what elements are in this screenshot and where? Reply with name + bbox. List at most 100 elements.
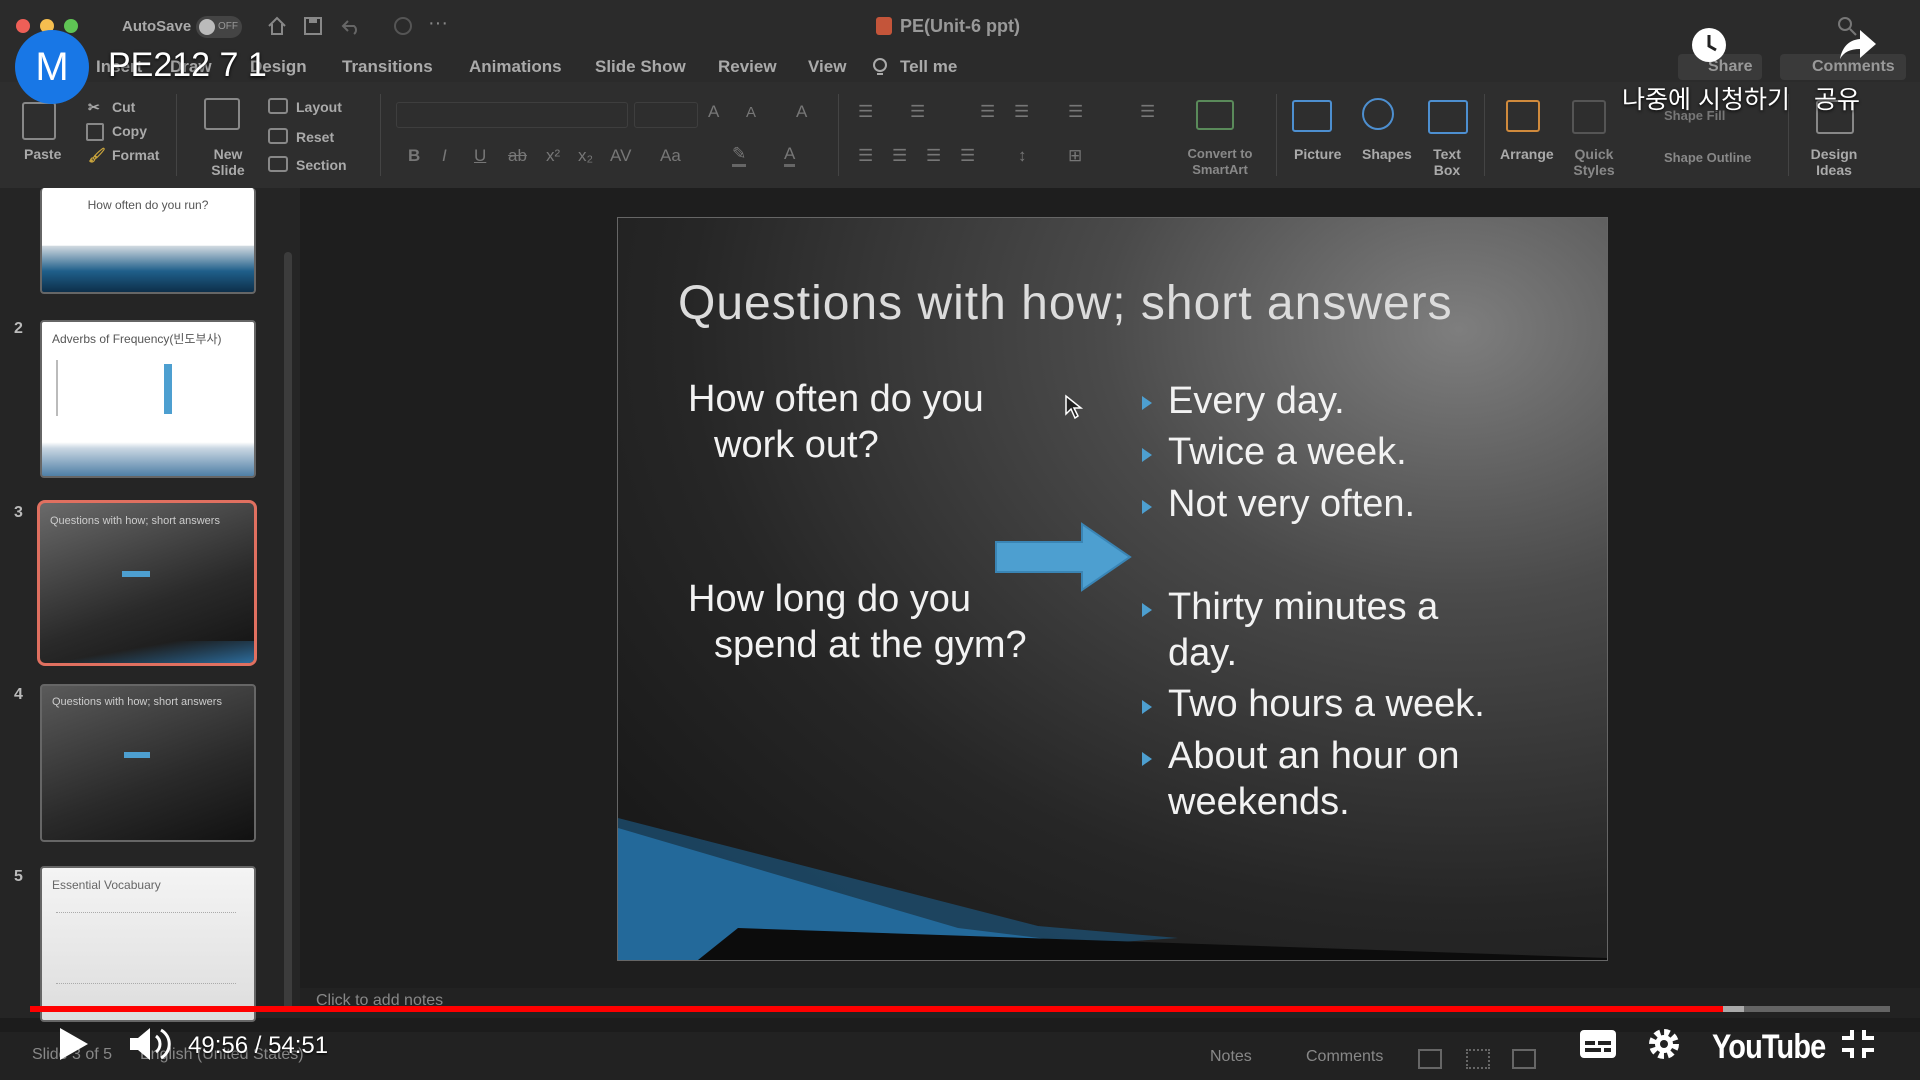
- subtitles-icon[interactable]: [1578, 1028, 1618, 1060]
- justify-icon[interactable]: ☰: [960, 146, 975, 166]
- play-icon[interactable]: [56, 1024, 90, 1064]
- tell-me-search[interactable]: Tell me: [900, 57, 957, 77]
- notes-button[interactable]: Notes: [1210, 1048, 1252, 1066]
- normal-view-icon[interactable]: [1418, 1049, 1442, 1069]
- format-painter-icon[interactable]: 🖌: [88, 147, 106, 164]
- share-arrow-icon[interactable]: [1838, 26, 1878, 62]
- slide-thumbnail-1[interactable]: How often do you run?: [40, 188, 256, 294]
- align-center-icon[interactable]: ☰: [892, 146, 907, 166]
- question-1-line-1[interactable]: How often do you: [688, 376, 984, 422]
- bullets-icon[interactable]: ☰: [858, 102, 873, 122]
- youtube-logo[interactable]: YouTube: [1712, 1028, 1826, 1067]
- answer-about-an-hour-line-1[interactable]: About an hour on: [1168, 733, 1460, 779]
- highlight-icon[interactable]: ✎: [732, 144, 747, 167]
- format-painter-button[interactable]: Format: [112, 147, 159, 163]
- align-left-icon[interactable]: ☰: [858, 146, 873, 166]
- slide-thumbnail-2[interactable]: Adverbs of Frequency(빈도부사): [40, 320, 256, 478]
- channel-avatar[interactable]: M: [15, 30, 89, 104]
- copy-icon[interactable]: [86, 123, 104, 141]
- shape-outline-button[interactable]: Shape Outline: [1664, 150, 1751, 165]
- convert-smartart-button[interactable]: Convert to SmartArt: [1180, 146, 1260, 178]
- slide-thumbnail-3-selected[interactable]: Questions with how; short answers: [37, 500, 257, 666]
- home-icon[interactable]: [266, 15, 288, 37]
- zoom-window-button[interactable]: [64, 19, 78, 33]
- new-slide-icon[interactable]: [204, 98, 240, 130]
- undo-icon[interactable]: [340, 15, 362, 37]
- settings-icon[interactable]: [1646, 1026, 1682, 1062]
- change-case-icon[interactable]: Aa: [660, 146, 681, 166]
- text-box-icon[interactable]: [1428, 100, 1468, 134]
- autosave-toggle[interactable]: OFF: [196, 16, 242, 38]
- reset-button[interactable]: Reset: [296, 129, 334, 145]
- tab-slide-show[interactable]: Slide Show: [595, 57, 686, 77]
- character-spacing-icon[interactable]: AV: [610, 146, 631, 166]
- subscript-icon[interactable]: x₂: [578, 146, 593, 166]
- more-icon[interactable]: ···: [428, 12, 448, 35]
- font-size-dropdown[interactable]: [634, 102, 698, 128]
- font-color-icon[interactable]: A: [784, 144, 796, 167]
- design-ideas-button[interactable]: Design Ideas: [1810, 146, 1858, 178]
- copy-button[interactable]: Copy: [112, 123, 147, 139]
- arrange-icon[interactable]: [1506, 100, 1540, 132]
- tab-transitions[interactable]: Transitions: [342, 57, 433, 77]
- tab-animations[interactable]: Animations: [469, 57, 562, 77]
- italic-icon[interactable]: I: [442, 146, 447, 166]
- answer-thirty-minutes-line-1[interactable]: Thirty minutes a: [1168, 584, 1438, 630]
- shapes-icon[interactable]: [1362, 98, 1394, 130]
- decrease-font-icon[interactable]: A: [746, 104, 756, 121]
- close-window-button[interactable]: [16, 19, 30, 33]
- redo-icon[interactable]: [392, 15, 414, 37]
- shapes-button[interactable]: Shapes: [1362, 146, 1412, 162]
- numbering-icon[interactable]: ☰: [910, 102, 925, 122]
- align-right-icon[interactable]: ☰: [926, 146, 941, 166]
- layout-icon[interactable]: [268, 98, 288, 114]
- right-arrow-shape[interactable]: [994, 522, 1134, 592]
- underline-icon[interactable]: U: [474, 146, 486, 166]
- video-title[interactable]: PE212 7 1: [108, 46, 267, 85]
- answer-two-hours-a-week[interactable]: Two hours a week.: [1168, 681, 1485, 727]
- quick-styles-button[interactable]: Quick Styles: [1570, 146, 1618, 178]
- thumbnail-scrollbar[interactable]: [284, 252, 292, 1012]
- text-box-button[interactable]: Text Box: [1430, 146, 1464, 178]
- tab-view[interactable]: View: [808, 57, 846, 77]
- clear-format-icon[interactable]: A: [796, 102, 807, 122]
- columns-icon[interactable]: ☰: [1140, 102, 1155, 122]
- superscript-icon[interactable]: x²: [546, 146, 560, 166]
- text-direction-icon[interactable]: ↕: [1018, 146, 1027, 166]
- slide-thumbnail-5[interactable]: Essential Vocabuary: [40, 866, 256, 1022]
- arrange-button[interactable]: Arrange: [1500, 146, 1554, 162]
- question-1-line-2[interactable]: work out?: [714, 422, 879, 468]
- picture-button[interactable]: Picture: [1294, 146, 1341, 162]
- increase-font-icon[interactable]: A: [708, 102, 719, 122]
- layout-button[interactable]: Layout: [296, 99, 342, 115]
- bold-icon[interactable]: B: [408, 146, 420, 166]
- watch-later-label[interactable]: 나중에 시청하기: [1622, 80, 1790, 116]
- answer-thirty-minutes-line-2[interactable]: day.: [1168, 630, 1237, 676]
- current-slide[interactable]: Questions with how; short answers How of…: [617, 217, 1608, 961]
- volume-icon[interactable]: [128, 1024, 172, 1064]
- smartart-icon[interactable]: [1196, 100, 1234, 130]
- answer-not-very-often[interactable]: Not very often.: [1168, 481, 1415, 527]
- paste-label[interactable]: Paste: [24, 146, 61, 162]
- section-button[interactable]: Section: [296, 157, 347, 173]
- slide-title[interactable]: Questions with how; short answers: [678, 276, 1453, 331]
- answer-every-day[interactable]: Every day.: [1168, 378, 1345, 424]
- slide-thumbnail-4[interactable]: Questions with how; short answers: [40, 684, 256, 842]
- increase-indent-icon[interactable]: ☰: [1014, 102, 1029, 122]
- picture-icon[interactable]: [1292, 100, 1332, 132]
- paste-icon[interactable]: [22, 102, 56, 140]
- section-icon[interactable]: [268, 156, 288, 172]
- question-2-line-2[interactable]: spend at the gym?: [714, 622, 1027, 668]
- slide-sorter-icon[interactable]: [1466, 1049, 1490, 1069]
- strikethrough-icon[interactable]: ab: [508, 146, 527, 166]
- tab-review[interactable]: Review: [718, 57, 777, 77]
- font-family-dropdown[interactable]: [396, 102, 628, 128]
- reset-icon[interactable]: [268, 128, 288, 144]
- save-icon[interactable]: [302, 15, 324, 37]
- decrease-indent-icon[interactable]: ☰: [980, 102, 995, 122]
- line-spacing-icon[interactable]: ☰: [1068, 102, 1083, 122]
- answer-twice-a-week[interactable]: Twice a week.: [1168, 429, 1407, 475]
- notes-pane[interactable]: Click to add notes: [300, 988, 1920, 1018]
- reading-view-icon[interactable]: [1512, 1049, 1536, 1069]
- align-text-icon[interactable]: ⊞: [1068, 146, 1082, 166]
